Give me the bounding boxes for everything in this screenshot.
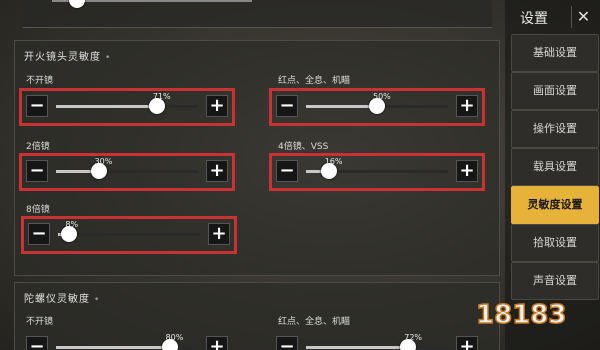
slider-value: 72%	[404, 333, 423, 342]
slider-track[interactable]: 30%	[56, 157, 198, 179]
decrease-button[interactable]: −	[276, 336, 298, 350]
slider-value: 8%	[65, 220, 79, 229]
slider-value: 30%	[94, 157, 113, 166]
slider-value: 71%	[152, 92, 171, 101]
decrease-button[interactable]: −	[28, 223, 50, 245]
decrease-button[interactable]: −	[26, 160, 48, 182]
slider-value: 50%	[373, 92, 391, 101]
slider-value: 16%	[324, 157, 343, 166]
sidebar-item-graphics[interactable]: 画面设置	[511, 72, 599, 110]
slider-fill	[56, 105, 157, 108]
sidebar-item-controls[interactable]: 操作设置	[511, 110, 599, 148]
slider-label: 不开镜	[26, 76, 54, 86]
sidebar-item-vehicle[interactable]: 载具设置	[511, 148, 599, 186]
increase-button[interactable]: +	[456, 95, 478, 117]
slider-label: 4倍镜、VSS	[278, 142, 329, 152]
slider-label: 红点、全息、机瞄	[278, 76, 351, 86]
sidebar-item-audio[interactable]: 声音设置	[511, 262, 599, 300]
sidebar-item-basic[interactable]: 基础设置	[511, 34, 599, 72]
slider-fill	[56, 346, 170, 349]
sidebar-item-sensitivity[interactable]: 灵敏度设置	[511, 186, 599, 224]
increase-button[interactable]: +	[456, 336, 478, 350]
watermark-text: 18183	[476, 300, 566, 330]
decrease-button[interactable]: −	[276, 160, 298, 182]
sensitivity-slider-2x[interactable]: − 30% +	[19, 153, 235, 191]
slider-track[interactable]: 80%	[56, 333, 198, 350]
previous-slider-strip	[22, 0, 492, 28]
increase-button[interactable]: +	[456, 160, 478, 182]
increase-button[interactable]: +	[206, 336, 228, 350]
slider-track[interactable]: 50%	[306, 92, 448, 114]
gyro-slider-no-scope[interactable]: − 80% +	[22, 332, 232, 350]
decrease-button[interactable]: −	[26, 336, 48, 350]
close-icon[interactable]: ✕	[571, 6, 595, 28]
sidebar-item-pickup[interactable]: 拾取设置	[511, 224, 599, 262]
18183-watermark-logo: 18183	[475, 299, 567, 330]
sensitivity-slider-red-dot[interactable]: − 50% +	[269, 88, 485, 126]
sensitivity-slider-4x[interactable]: − 16% +	[269, 153, 485, 191]
settings-main-panel: 开火镜头灵敏度 不开镜 − 71% + 红点、全息、机瞄 − 50% + 2倍镜…	[0, 0, 505, 350]
slider-label: 红点、全息、机瞄	[278, 317, 351, 327]
slider-fill	[306, 346, 409, 349]
section-title: 开火镜头灵敏度	[24, 48, 111, 63]
sensitivity-slider-no-scope[interactable]: − 71% +	[19, 88, 235, 126]
decrease-button[interactable]: −	[276, 95, 298, 117]
sensitivity-slider-8x[interactable]: − 8% +	[21, 216, 237, 254]
increase-button[interactable]: +	[206, 160, 228, 182]
slider-value: 80%	[165, 333, 184, 342]
slider-track[interactable]: 8%	[58, 220, 200, 242]
slider-label: 8倍镜	[26, 205, 50, 215]
slider-track[interactable]: 71%	[56, 92, 198, 114]
increase-button[interactable]: +	[206, 95, 228, 117]
settings-title: 设置	[520, 11, 548, 27]
slider-track[interactable]: 72%	[306, 333, 448, 350]
slider-label: 2倍镜	[26, 142, 50, 152]
slider-track[interactable]: 16%	[306, 157, 448, 179]
previous-slider-thumb[interactable]	[69, 0, 85, 8]
section-title: 陀螺仪灵敏度	[24, 290, 100, 305]
gyro-slider-red-dot[interactable]: − 72% +	[272, 332, 482, 350]
decrease-button[interactable]: −	[26, 95, 48, 117]
slider-fill	[306, 105, 377, 108]
increase-button[interactable]: +	[208, 223, 230, 245]
slider-label: 不开镜	[26, 317, 54, 327]
